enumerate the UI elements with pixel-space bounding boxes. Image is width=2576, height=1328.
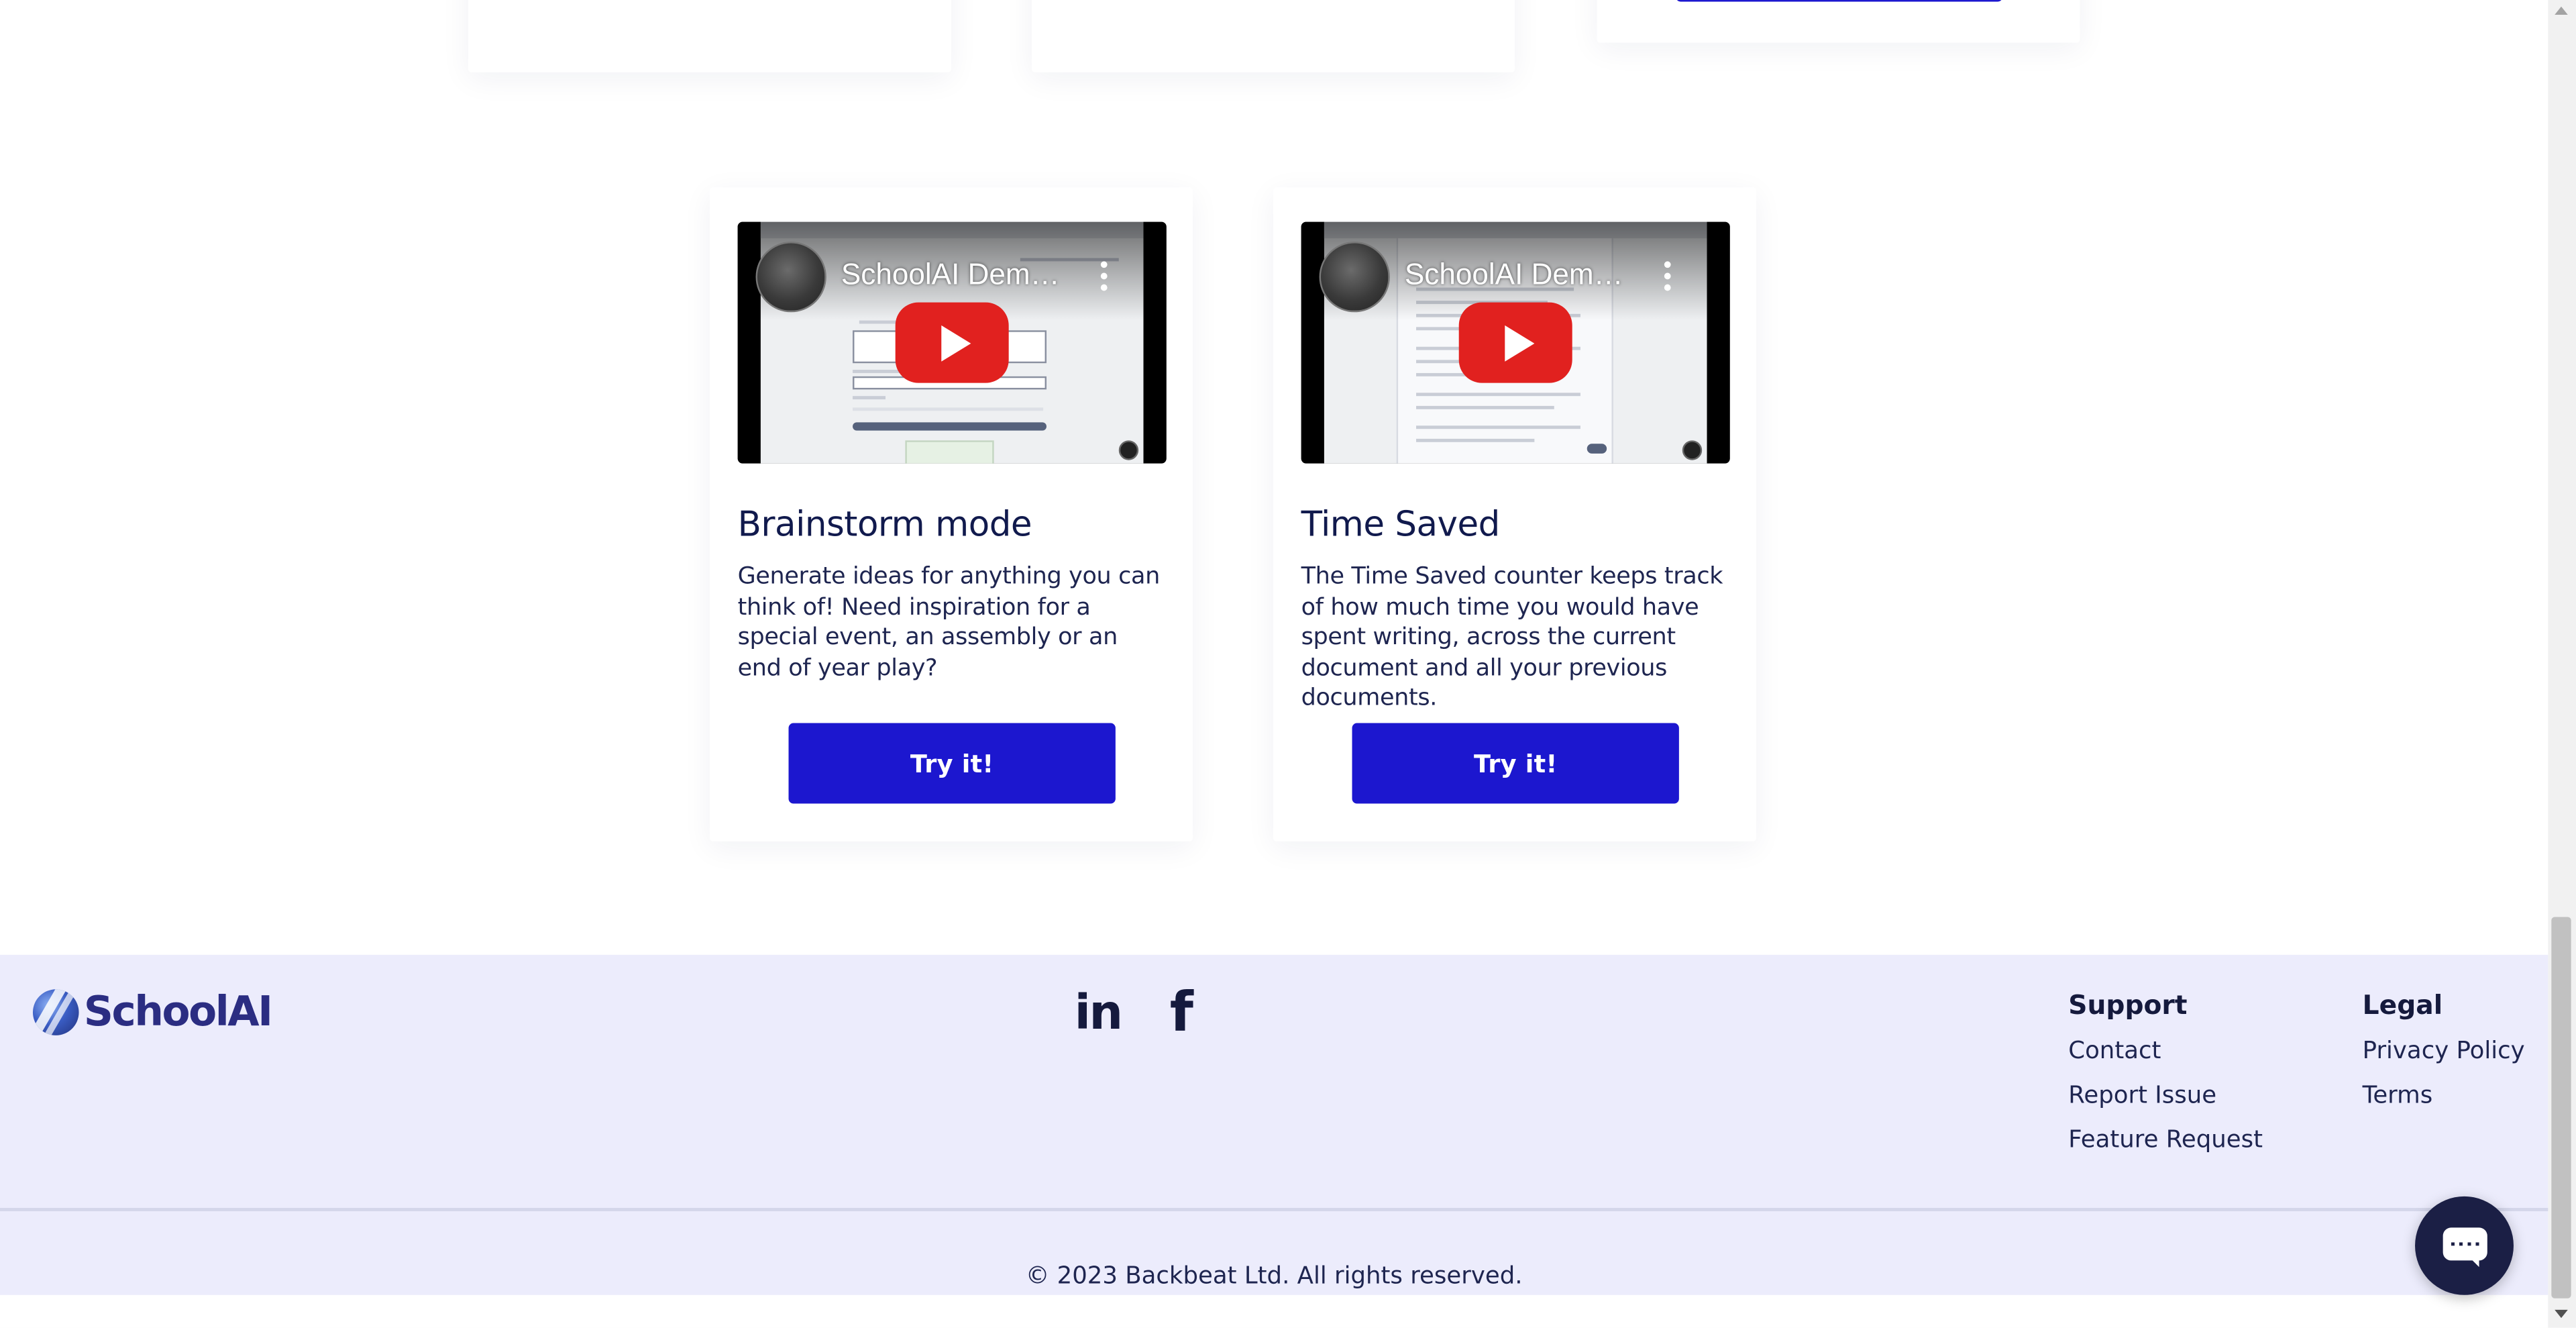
page-bottom	[0, 1294, 2548, 1328]
footer-legal-column: Legal Privacy Policy Terms	[2363, 989, 2525, 1118]
video-title[interactable]: SchoolAI Dem…	[1405, 258, 1623, 292]
support-heading: Support	[2068, 989, 2188, 1021]
facebook-icon[interactable]: f	[1170, 980, 1193, 1044]
feature-card-partial: Try it!	[1031, 0, 1515, 72]
video-embed[interactable]: SchoolAI Dem…	[737, 221, 1167, 464]
more-options-icon[interactable]	[1095, 261, 1112, 294]
feature-card-partial	[1597, 0, 2080, 43]
chat-widget-button[interactable]	[2415, 1196, 2514, 1295]
schoolai-logo[interactable]: SchoolAI	[32, 987, 273, 1035]
contact-link[interactable]: Contact	[2068, 1031, 2263, 1075]
privacy-policy-link[interactable]: Privacy Policy	[2363, 1031, 2525, 1075]
feature-card-partial: Try it!	[468, 0, 951, 72]
more-options-icon[interactable]	[1659, 261, 1675, 294]
feature-description: The Time Saved counter keeps track of ho…	[1301, 564, 1723, 712]
youtube-logo-icon[interactable]	[1682, 440, 1703, 460]
page: Try it! Try it! SchoolAI Dem… Brainstorm…	[0, 0, 2576, 1328]
scroll-up-icon[interactable]	[2555, 6, 2568, 15]
feature-request-link[interactable]: Feature Request	[2068, 1119, 2263, 1163]
play-icon[interactable]	[1458, 302, 1572, 383]
feature-card-brainstorm: SchoolAI Dem… Brainstorm mode Generate i…	[709, 187, 1193, 841]
feature-title: Brainstorm mode	[737, 504, 1032, 544]
copyright-text: © 2023 Backbeat Ltd. All rights reserved…	[1025, 1264, 1523, 1290]
youtube-logo-icon[interactable]	[1118, 440, 1139, 460]
terms-link[interactable]: Terms	[2363, 1074, 2525, 1119]
scroll-down-icon[interactable]	[2555, 1309, 2568, 1319]
logo-text: SchoolAI	[83, 987, 273, 1035]
scrollbar-thumb[interactable]	[2551, 917, 2571, 1298]
feature-card-time-saved: SchoolAI Dem… Time Saved The Time Saved …	[1273, 187, 1756, 841]
vertical-scrollbar[interactable]	[2548, 0, 2576, 1328]
channel-avatar[interactable]	[1319, 242, 1390, 313]
video-title[interactable]: SchoolAI Dem…	[841, 258, 1060, 292]
footer: SchoolAI in f Support Contact Report Iss…	[0, 954, 2548, 1328]
play-icon[interactable]	[895, 302, 1009, 383]
legal-heading: Legal	[2362, 989, 2443, 1021]
feature-title: Time Saved	[1301, 504, 1501, 544]
try-it-button[interactable]: Try it!	[788, 723, 1116, 804]
footer-divider	[0, 1208, 2548, 1211]
video-embed[interactable]: SchoolAI Dem…	[1301, 221, 1730, 464]
footer-support-column: Support Contact Report Issue Feature Req…	[2068, 989, 2263, 1162]
try-it-button[interactable]	[1675, 0, 2003, 2]
chat-dots	[2451, 1242, 2479, 1246]
feature-description: Generate ideas for anything you can thin…	[737, 564, 1161, 682]
report-issue-link[interactable]: Report Issue	[2068, 1074, 2263, 1119]
linkedin-icon[interactable]: in	[1075, 984, 1123, 1040]
schoolai-logo-icon	[32, 988, 79, 1035]
try-it-button[interactable]: Try it!	[1352, 723, 1679, 804]
channel-avatar[interactable]	[755, 242, 826, 313]
